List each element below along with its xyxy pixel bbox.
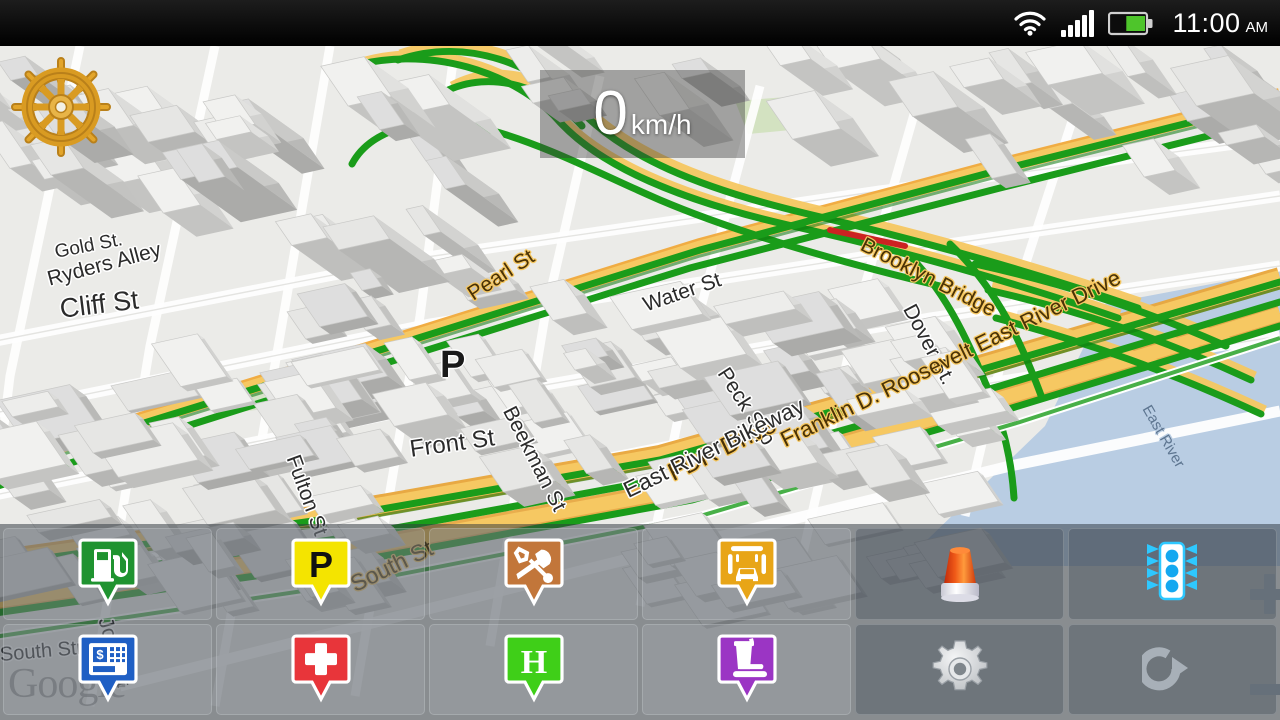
hotel-button[interactable]: H [429, 623, 638, 715]
battery-icon [1108, 11, 1154, 36]
clock-ampm: AM [1245, 18, 1269, 36]
restaurant-button[interactable] [642, 623, 851, 715]
svg-text:P: P [308, 544, 332, 585]
status-bar: 11:00 AM [0, 0, 1280, 46]
poi-toolbar: P $ H [0, 524, 1280, 720]
cross-pin-icon [290, 633, 352, 706]
traffic-light-plus-icon [1143, 541, 1203, 607]
zoom-in-button[interactable] [1068, 528, 1277, 620]
tools-pin-icon [503, 537, 565, 610]
rotate-arrow-minus-icon [1141, 641, 1204, 697]
clock-time: 11:00 [1172, 7, 1241, 38]
parking-button[interactable]: P [216, 528, 425, 620]
atm-button[interactable]: $ [3, 623, 212, 715]
svg-text:H: H [520, 644, 546, 681]
parking-marker[interactable]: P [440, 346, 465, 384]
siren-beacon-icon [930, 542, 990, 606]
speed-unit: km/h [630, 108, 692, 140]
speed-value: 0 [593, 78, 628, 148]
gear-icon [930, 639, 990, 699]
hotel-h-pin-icon: H [503, 633, 565, 706]
settings-button[interactable] [855, 623, 1064, 715]
compass-rose-icon[interactable] [10, 56, 112, 158]
alarm-button[interactable] [855, 528, 1064, 620]
parking-pin-icon: P [290, 537, 352, 610]
fuel-pump-pin-icon [77, 537, 139, 610]
wifi-icon [1013, 10, 1047, 36]
signal-strength-icon [1061, 9, 1095, 37]
clock: 11:00 AM [1172, 8, 1268, 39]
car-repair-button[interactable] [429, 528, 638, 620]
fast-food-pin-icon [716, 633, 778, 706]
zoom-out-button[interactable] [1068, 623, 1277, 715]
navigation-app-screen: Gold St. Ryders Alley Cliff St Pearl St Wate… [0, 0, 1280, 720]
atm-pin-icon: $ [77, 633, 139, 706]
pharmacy-button[interactable] [216, 623, 425, 715]
car-wash-button[interactable] [642, 528, 851, 620]
speed-indicator: 0 km/h [540, 70, 745, 158]
car-wash-pin-icon [716, 537, 778, 610]
svg-text:$: $ [96, 647, 104, 662]
gas-station-button[interactable] [3, 528, 212, 620]
